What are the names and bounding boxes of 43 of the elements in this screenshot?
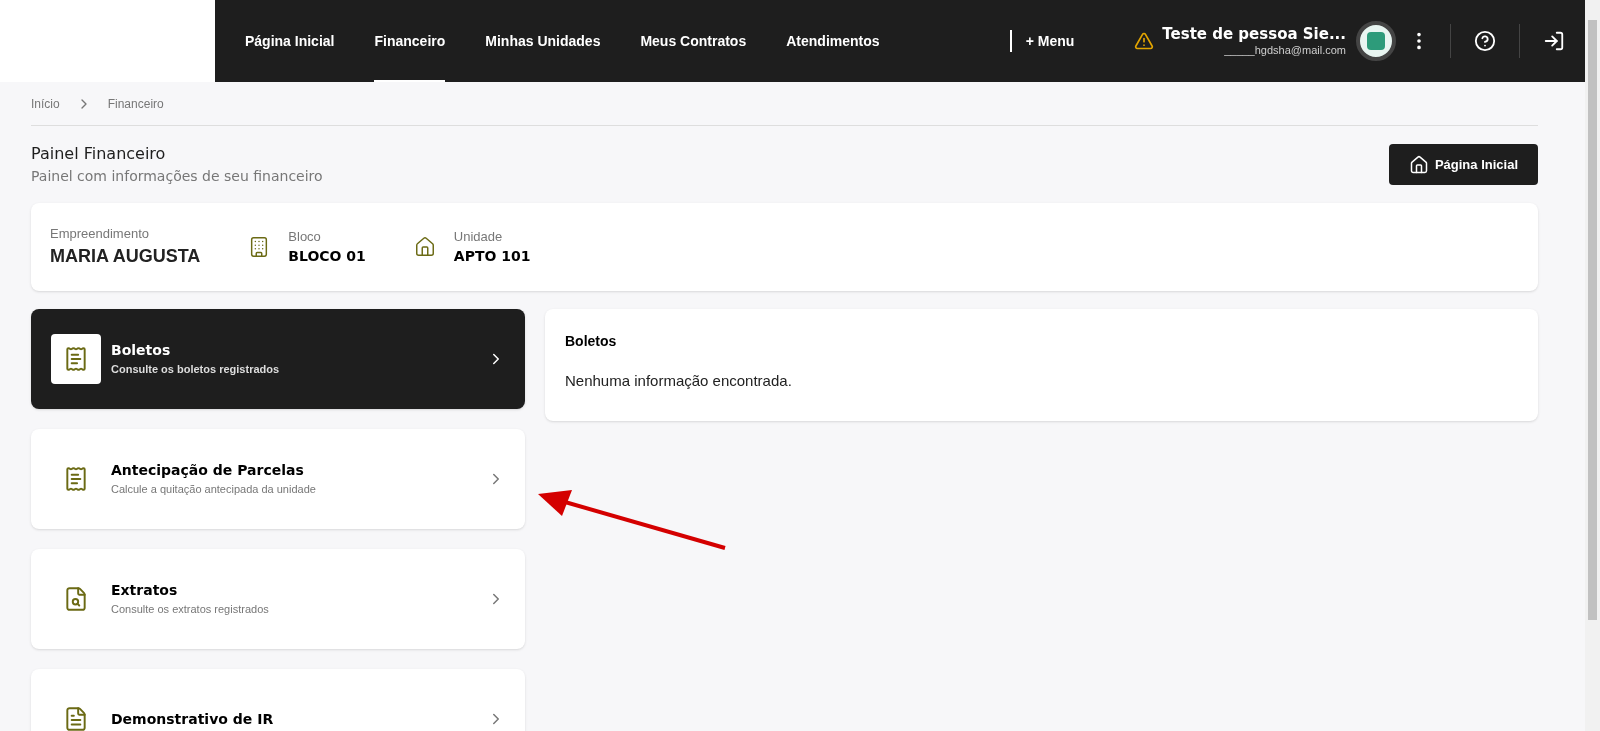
breadcrumb-link[interactable]: Financeiro [107,94,164,113]
page-title: Painel Financeiro [31,143,167,165]
nav-tab[interactable]: Página Inicial [245,0,335,82]
info-label: Bloco [288,227,322,246]
home-button[interactable]: Página Inicial [1388,144,1538,185]
user-email: _____hgdsha@mail.com [1224,43,1346,58]
receipt-icon [63,346,89,372]
card-subtitle: Consulte os boletos registrados [111,362,281,378]
card-title: Boletos [111,341,172,361]
logout-icon[interactable] [1543,30,1565,52]
nav-tab[interactable]: Minhas Unidades [485,0,601,82]
receipt-icon [63,466,89,492]
card-subtitle: Consulte os extratos registrados [111,602,270,618]
nav-tab[interactable]: Atendimentos [786,0,880,82]
scrollbar[interactable] [1585,0,1600,731]
more-menu-button[interactable]: + Menu [1025,30,1075,52]
house-icon [1408,154,1429,175]
detail-message: Nenhuma informação encontrada. [565,371,793,391]
menu-card[interactable]: Demonstrativo de IR [31,669,525,731]
card-title: Extratos [111,581,179,601]
menu-card[interactable]: Antecipação de Parcelas Calcule a quitação antecipada da unidade [31,429,525,529]
help-icon[interactable] [1474,30,1496,52]
info-value: MARIA AUGUSTA [50,245,201,269]
menu-card[interactable]: Extratos Consulte os extratos registrados [31,549,525,649]
avatar[interactable] [1356,21,1396,61]
card-subtitle: Calcule a quitação antecipada da unidade [111,482,317,498]
info-value: APTO 101 [453,247,531,267]
user-name: Teste de pessoa Sie... [1162,24,1346,44]
info-label: Empreendimento [50,224,150,243]
info-label: Unidade [453,227,504,246]
page-subtitle: Painel com informações de seu financeiro [31,167,323,186]
nav-tab[interactable]: Meus Contratos [640,0,747,82]
document-icon [63,706,89,731]
house-icon [413,236,436,258]
card-title: Demonstrativo de IR [111,709,275,729]
document-search-icon [63,586,89,612]
nav-tab[interactable]: Financeiro [374,0,446,82]
menu-card[interactable]: Boletos Consulte os boletos registrados [31,309,525,409]
detail-title: Boletos [565,332,618,351]
card-title: Antecipação de Parcelas [111,461,305,481]
info-value: BLOCO 01 [288,247,366,267]
logo-mark-icon [1367,32,1385,50]
breadcrumb-link[interactable]: Início [31,94,60,113]
